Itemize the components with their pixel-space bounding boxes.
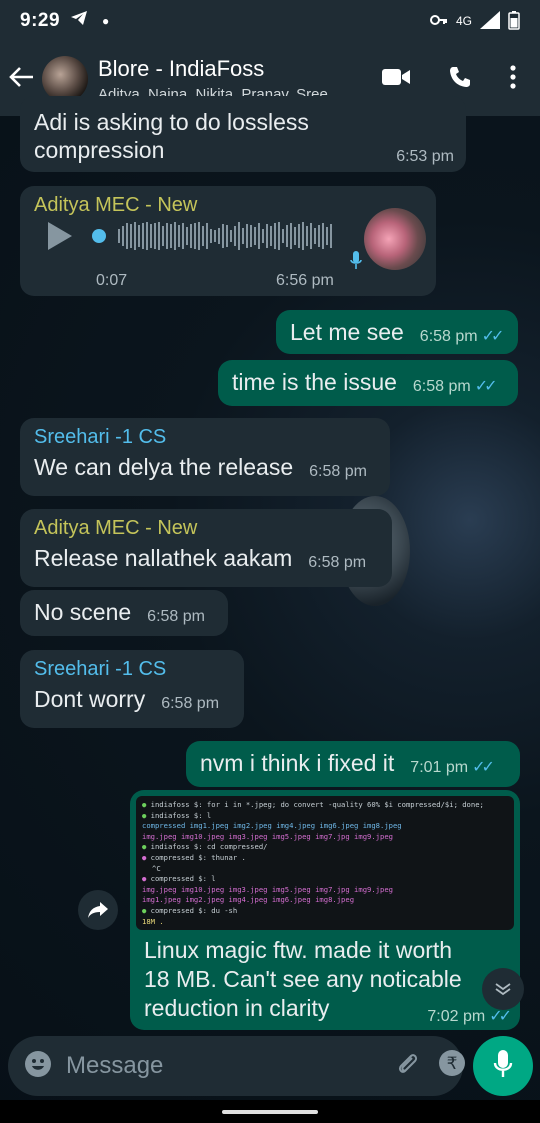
message-text: time is the issue — [232, 369, 397, 395]
emoji-icon[interactable] — [24, 1050, 52, 1083]
read-ticks-icon: ✓✓ — [481, 328, 505, 345]
home-gesture-bar[interactable] — [222, 1110, 318, 1114]
message-text: nvm i think i fixed it — [200, 750, 395, 776]
video-call-icon[interactable] — [382, 68, 410, 91]
message-text: Release nallathek aakam — [34, 545, 293, 571]
message-time: 6:58 pm — [412, 378, 471, 395]
waveform[interactable] — [118, 221, 332, 251]
terminal-line: compressed $: du -sh — [150, 905, 238, 915]
message-bubble[interactable]: Sreehari -1 CS We can delya the release … — [20, 418, 390, 496]
message-time: 7:02 pm — [427, 1008, 486, 1025]
message-time: 7:01 pm — [410, 759, 469, 776]
play-icon[interactable] — [48, 222, 72, 250]
message-time: 6:53 pm — [396, 148, 454, 165]
read-ticks-icon: ✓✓ — [472, 759, 495, 776]
playback-position-dot[interactable] — [92, 229, 106, 243]
image-caption: Linux magic ftw. made it worth 18 MB. Ca… — [144, 937, 462, 1021]
message-text: Let me see — [290, 319, 404, 345]
voice-duration: 0:07 — [96, 272, 128, 289]
terminal-line: img.jpeg img10.jpeg img3.jpeg img5.jpeg … — [142, 884, 393, 894]
message-bubble[interactable]: Let me see 6:58 pm ✓✓ — [276, 310, 518, 354]
image-message-bubble[interactable]: ● indiafoss $: for i in *.jpeg; do conve… — [130, 790, 520, 1030]
read-ticks-icon: ✓✓ — [474, 378, 498, 395]
payment-icon[interactable]: ₹ — [438, 1049, 466, 1084]
more-options-icon[interactable] — [510, 64, 516, 94]
voice-message-bubble[interactable]: Aditya MEC - New 0:07 6:56 pm — [20, 186, 436, 296]
sender-name: Aditya MEC - New — [34, 194, 198, 216]
system-nav-bar — [0, 1100, 540, 1123]
microphone-icon — [493, 1049, 513, 1083]
message-bubble[interactable]: Sreehari -1 CS Dont worry 6:58 pm — [20, 650, 244, 728]
key-icon — [429, 14, 448, 29]
message-text: We can delya the release — [34, 454, 294, 480]
terminal-line: img.jpeg img10.jpeg img3.jpeg img5.jpeg … — [142, 831, 393, 841]
message-time: 6:58 pm — [419, 328, 478, 345]
terminal-line: compressed $: l — [150, 874, 216, 884]
read-ticks-icon: ✓✓ — [489, 1008, 512, 1025]
back-arrow-icon[interactable] — [2, 63, 42, 95]
status-time: 9:29 — [20, 10, 61, 31]
voice-call-icon[interactable] — [448, 65, 472, 94]
terminal-screenshot-image[interactable]: ● indiafoss $: for i in *.jpeg; do conve… — [136, 796, 514, 930]
notification-dot-icon: ● — [102, 14, 110, 28]
battery-icon — [508, 10, 520, 33]
terminal-line: img1.jpeg img2.jpeg img4.jpeg img6.jpeg … — [142, 895, 355, 905]
voice-record-button[interactable] — [473, 1036, 533, 1096]
status-bar: 9:29 ● 4G — [0, 0, 540, 42]
message-bubble[interactable]: time is the issue 6:58 pm ✓✓ — [218, 360, 518, 406]
message-time: 6:58 pm — [161, 695, 220, 712]
message-composer: ₹ — [8, 1036, 511, 1096]
message-text: No scene — [34, 599, 132, 625]
message-list[interactable]: Adi is asking to do lossless compression… — [0, 96, 540, 1030]
sender-avatar — [350, 208, 426, 270]
terminal-line: compressed img1.jpeg img2.jpeg img4.jpeg… — [142, 821, 402, 831]
signal-icon — [480, 10, 500, 32]
mic-icon — [350, 251, 362, 276]
sender-name: Sreehari -1 CS — [34, 658, 167, 680]
terminal-line: ^C — [152, 863, 161, 873]
svg-text:₹: ₹ — [447, 1054, 458, 1074]
terminal-line: indiafoss $: cd compressed/ — [150, 842, 268, 852]
message-time: 6:58 pm — [308, 554, 367, 571]
terminal-line: indiafoss $: for i in *.jpeg; do convert… — [150, 800, 484, 809]
message-time: 6:56 pm — [276, 272, 334, 289]
terminal-line: 18M . — [142, 916, 164, 926]
message-input[interactable] — [66, 1052, 376, 1080]
terminal-line: compressed $: thunar . — [150, 852, 246, 862]
terminal-line: indiafoss $: l — [150, 810, 212, 820]
message-time: 6:58 pm — [147, 608, 205, 625]
forward-icon[interactable] — [78, 890, 118, 930]
attach-icon[interactable] — [394, 1050, 420, 1083]
chat-screen: 9:29 ● 4G Blore - IndiaFoss Aditya, Nain… — [0, 0, 540, 1123]
sender-name: Aditya MEC - New — [34, 517, 198, 539]
network-type: 4G — [455, 14, 472, 28]
telegram-icon — [70, 10, 88, 32]
message-text: Adi is asking to do lossless compression — [34, 109, 309, 163]
group-title: Blore - IndiaFoss — [98, 55, 265, 81]
message-bubble[interactable]: No scene 6:58 pm — [20, 590, 228, 636]
message-bubble[interactable]: Adi is asking to do lossless compression… — [20, 96, 466, 172]
message-bubble[interactable]: Aditya MEC - New Release nallathek aakam… — [20, 509, 392, 587]
sender-name: Sreehari -1 CS — [34, 426, 167, 448]
message-time: 6:58 pm — [309, 463, 367, 480]
scroll-to-bottom-button[interactable] — [482, 968, 524, 1010]
message-bubble[interactable]: nvm i think i fixed it 7:01 pm ✓✓ — [186, 741, 520, 787]
message-text: Dont worry — [34, 686, 146, 712]
